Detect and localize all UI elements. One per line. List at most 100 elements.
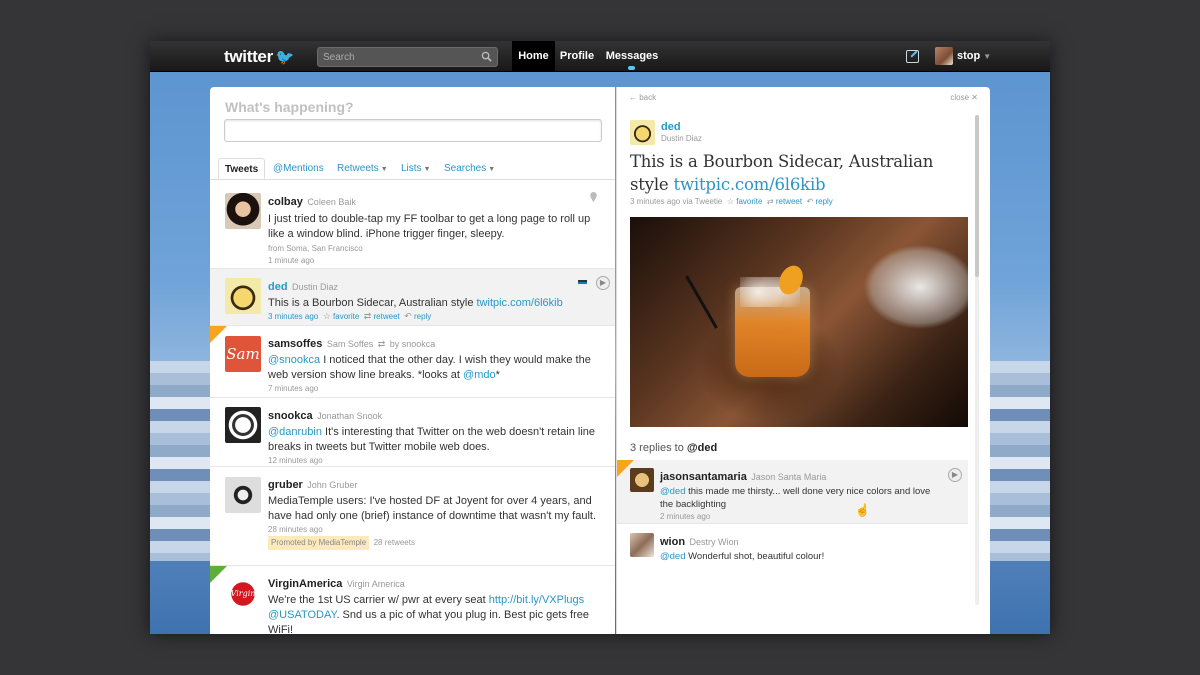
tab-label: @Mentions xyxy=(273,163,324,174)
tweet-input[interactable] xyxy=(224,119,602,142)
tweet-username[interactable]: gruber xyxy=(268,479,303,491)
reply-mention[interactable]: @ded xyxy=(660,486,686,497)
avatar[interactable] xyxy=(225,278,261,314)
retweet-count: 28 retweets xyxy=(373,538,415,547)
compose-icon[interactable] xyxy=(906,50,919,63)
timeline-panel: What's happening? Tweets @Mentions Retwe… xyxy=(210,87,615,634)
tweet-realname: Sam Soffes xyxy=(326,339,374,349)
avatar[interactable] xyxy=(225,193,261,229)
reply-time: 2 minutes ago xyxy=(660,512,711,521)
account-menu[interactable]: stop ▼ xyxy=(957,41,991,72)
tweet-username[interactable]: ded xyxy=(268,281,288,293)
back-button[interactable]: ← back xyxy=(629,93,656,102)
avatar[interactable] xyxy=(225,407,261,443)
tweet-item[interactable]: colbay Coleen Baik I just tried to doubl… xyxy=(210,180,615,269)
tweet-time: 1 minute ago xyxy=(268,256,315,265)
retweet-icon: ⇄ xyxy=(377,339,386,349)
detail-tweet-link[interactable]: twitpic.com/6l6kib xyxy=(674,175,826,194)
star-icon: ☆ xyxy=(726,197,734,206)
replies-heading: 3 replies to @ded xyxy=(630,442,717,454)
hand-cursor-icon: ☝ xyxy=(855,503,870,517)
retweeted-by: by snookca xyxy=(389,339,436,349)
avatar[interactable] xyxy=(630,468,654,492)
tweet-username[interactable]: colbay xyxy=(268,196,303,208)
messages-indicator-icon xyxy=(628,66,635,70)
close-button[interactable]: close ✕ xyxy=(950,93,978,102)
bird-icon: 🐦 xyxy=(275,49,295,66)
reply-item[interactable]: ▶ jasonsantamaria Jason Santa Maria @ded… xyxy=(617,460,968,524)
retweet-button[interactable]: retweet xyxy=(374,312,400,321)
avatar[interactable] xyxy=(225,477,261,513)
tweet-item[interactable]: Sam samsoffes Sam Soffes ⇄ by snookca @s… xyxy=(210,326,615,398)
avatar[interactable]: Virgin xyxy=(225,576,261,612)
favorite-button[interactable]: favorite xyxy=(736,197,762,206)
tweet-username[interactable]: samsoffes xyxy=(268,338,322,350)
reply-username[interactable]: wion xyxy=(660,536,685,548)
twitter-logo[interactable]: twitter 🐦 xyxy=(224,46,295,68)
retweet-button[interactable]: retweet xyxy=(776,197,802,206)
timeline-tabs: Tweets @Mentions Retweets ▼ Lists ▼ Search… xyxy=(218,158,615,179)
tweet-realname: John Gruber xyxy=(307,480,358,490)
detail-realname: Dustin Diaz xyxy=(661,134,702,143)
tweet-item[interactable]: Virgin VirginAmerica Virgin America We'r… xyxy=(210,566,615,634)
expand-arrow-icon[interactable]: ▶ xyxy=(596,276,610,290)
tweet-mention[interactable]: @mdo xyxy=(463,369,496,381)
tab-tweets[interactable]: Tweets xyxy=(218,158,266,179)
chevron-down-icon: ▼ xyxy=(983,52,992,61)
tweet-list: colbay Coleen Baik I just tried to doubl… xyxy=(210,180,615,634)
tweet-realname: Virgin America xyxy=(346,579,405,589)
expand-arrow-icon[interactable]: ▶ xyxy=(948,468,962,482)
tweet-item[interactable]: snookca Jonathan Snook @danrubin It's in… xyxy=(210,398,615,467)
avatar[interactable] xyxy=(630,120,655,145)
tweet-text: MediaTemple users: I've hosted DF at Joy… xyxy=(268,495,596,522)
tweet-link[interactable]: twitpic.com/6l6kib xyxy=(477,297,563,309)
tweet-link[interactable]: http://bit.ly/VXPlugs xyxy=(489,594,584,606)
tweet-time: 28 minutes ago xyxy=(268,525,323,534)
detail-meta: 3 minutes ago via Tweetie xyxy=(630,197,723,206)
background-pixels-left xyxy=(150,361,210,561)
tweet-mention[interactable]: @danrubin xyxy=(268,426,322,438)
tweet-item-selected[interactable]: ▶ ded Dustin Diaz This is a Bourbon Side… xyxy=(210,269,615,326)
scrollbar-thumb[interactable] xyxy=(975,115,979,277)
detail-username[interactable]: ded xyxy=(661,121,681,133)
tab-mentions[interactable]: @Mentions xyxy=(273,158,324,179)
favorite-button[interactable]: favorite xyxy=(333,312,359,321)
reply-button[interactable]: reply xyxy=(414,312,431,321)
nav-home[interactable]: Home xyxy=(512,41,555,72)
reply-button[interactable]: reply xyxy=(815,197,832,206)
top-bar: twitter🐦 Home Profile Messages stop▼ xyxy=(150,41,1050,72)
reply-text: this made me thirsty... well done very n… xyxy=(660,486,931,510)
tweet-photo[interactable] xyxy=(630,217,968,427)
tweet-mention[interactable]: @snookca xyxy=(268,354,320,366)
reply-username[interactable]: jasonsantamaria xyxy=(660,471,747,483)
search-icon[interactable] xyxy=(481,51,492,62)
tweet-username[interactable]: VirginAmerica xyxy=(268,578,342,590)
scrollbar[interactable] xyxy=(975,115,979,605)
avatar[interactable] xyxy=(630,533,654,557)
tweet-username[interactable]: snookca xyxy=(268,410,313,422)
tweet-mention[interactable]: @USATODAY xyxy=(268,609,336,621)
details-pane: ← back close ✕ ded Dustin Diaz This is a… xyxy=(616,87,990,634)
tab-retweets[interactable]: Retweets ▼ xyxy=(337,158,388,179)
photo-detail xyxy=(685,275,718,329)
search-box xyxy=(317,47,498,67)
tab-label: Searches xyxy=(444,163,487,174)
chevron-down-icon: ▼ xyxy=(488,166,496,173)
nav-profile[interactable]: Profile xyxy=(557,41,597,72)
avatar[interactable]: Sam xyxy=(225,336,261,372)
background-pixels-right xyxy=(990,361,1050,561)
tab-searches[interactable]: Searches ▼ xyxy=(444,158,495,179)
browser-window: twitter🐦 Home Profile Messages stop▼ Wha… xyxy=(150,41,1050,634)
retweet-icon: ⇄ xyxy=(363,311,372,321)
tab-lists[interactable]: Lists ▼ xyxy=(401,158,431,179)
reply-item[interactable]: wion Destry Wion @ded Wonderful shot, be… xyxy=(617,524,968,564)
reply-icon: ↶ xyxy=(404,311,412,321)
star-icon: ☆ xyxy=(322,311,331,321)
tweet-item[interactable]: gruber John Gruber MediaTemple users: I'… xyxy=(210,467,615,566)
promoted-badge[interactable]: Promoted by MediaTemple xyxy=(268,536,370,550)
replies-target[interactable]: @ded xyxy=(687,442,717,454)
search-input[interactable] xyxy=(318,48,478,66)
avatar[interactable] xyxy=(935,47,953,65)
reply-mention[interactable]: @ded xyxy=(660,551,686,562)
tweet-time[interactable]: 3 minutes ago xyxy=(268,312,318,321)
